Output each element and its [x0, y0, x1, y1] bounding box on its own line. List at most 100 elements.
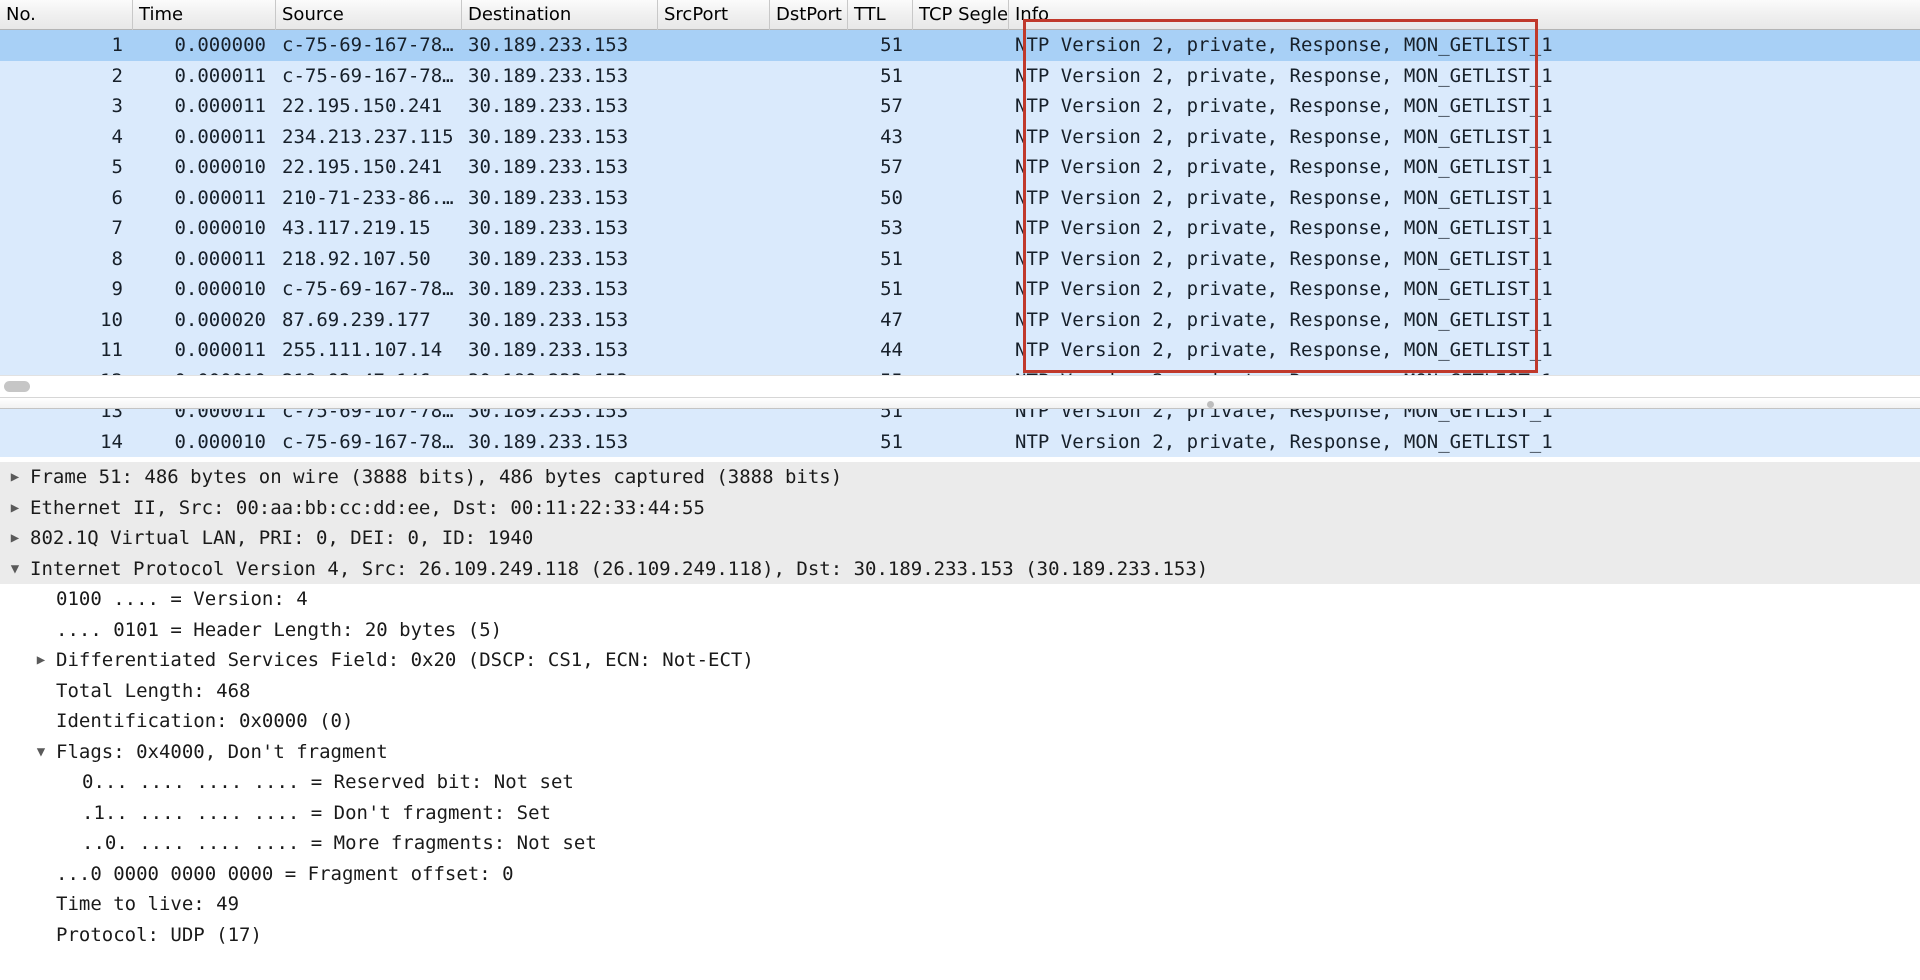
packet-row[interactable]: 60.000011210-71-233-86.…30.189.233.15350…	[0, 183, 1920, 214]
packet-cell-time: 0.000011	[133, 61, 276, 92]
packet-cell-time: 0.000011	[133, 91, 276, 122]
triangle-right-icon[interactable]: ▶	[26, 645, 56, 676]
detail-row-label: Protocol: UDP (17)	[56, 920, 262, 951]
column-header-srcport[interactable]: SrcPort	[658, 0, 770, 30]
detail-tree-row[interactable]: Identification: 0x0000 (0)	[0, 706, 1920, 737]
detail-tree-row[interactable]: 0100 .... = Version: 4	[0, 584, 1920, 615]
triangle-right-icon[interactable]: ▶	[0, 462, 30, 493]
triangle-down-icon[interactable]: ▼	[26, 737, 56, 768]
packet-cell-dstport	[770, 335, 848, 366]
packet-cell-dest: 30.189.233.153	[462, 213, 658, 244]
packet-cell-dstport	[770, 427, 848, 458]
packet-list-column-header[interactable]: No.TimeSourceDestinationSrcPortDstPortTT…	[0, 0, 1920, 30]
packet-cell-dstport	[770, 305, 848, 336]
column-header-time[interactable]: Time	[133, 0, 276, 30]
detail-tree-row[interactable]: ▶Frame 51: 486 bytes on wire (3888 bits)…	[0, 462, 1920, 493]
packet-cell-ttl: 51	[848, 427, 913, 458]
detail-tree-row[interactable]: ▶Ethernet II, Src: 00:aa:bb:cc:dd:ee, Ds…	[0, 493, 1920, 524]
packet-cell-seglen	[913, 61, 1009, 92]
packet-cell-srcport	[658, 213, 770, 244]
packet-cell-srcport	[658, 61, 770, 92]
packet-cell-dest: 30.189.233.153	[462, 91, 658, 122]
detail-row-label: Identification: 0x0000 (0)	[56, 706, 353, 737]
detail-row-label: 0... .... .... .... = Reserved bit: Not …	[82, 767, 574, 798]
packet-cell-dest: 30.189.233.153	[462, 427, 658, 458]
packet-cell-source: 255.111.107.14	[276, 335, 462, 366]
detail-row-label: Ethernet II, Src: 00:aa:bb:cc:dd:ee, Dst…	[30, 493, 705, 524]
packet-cell-time: 0.000011	[133, 244, 276, 275]
packet-cell-dest: 30.189.233.153	[462, 61, 658, 92]
packet-cell-seglen	[913, 183, 1009, 214]
detail-tree-row[interactable]: Protocol: UDP (17)	[0, 920, 1920, 951]
column-header-no[interactable]: No.	[0, 0, 133, 30]
packet-row[interactable]: 110.000011255.111.107.1430.189.233.15344…	[0, 335, 1920, 366]
packet-cell-dstport	[770, 122, 848, 153]
packet-row[interactable]: 40.000011234.213.237.11530.189.233.15343…	[0, 122, 1920, 153]
detail-row-label: ..0. .... .... .... = More fragments: No…	[82, 828, 597, 859]
column-header-seglen[interactable]: TCP Seglen	[913, 0, 1009, 30]
detail-tree-row[interactable]: ...0 0000 0000 0000 = Fragment offset: 0	[0, 859, 1920, 890]
detail-tree-row[interactable]: ▼Flags: 0x4000, Don't fragment	[0, 737, 1920, 768]
packet-cell-no: 4	[0, 122, 133, 153]
packet-cell-source: c-75-69-167-78…	[276, 30, 462, 61]
detail-tree-row[interactable]: .... 0101 = Header Length: 20 bytes (5)	[0, 615, 1920, 646]
column-header-source[interactable]: Source	[276, 0, 462, 30]
packet-cell-dstport	[770, 30, 848, 61]
triangle-right-icon[interactable]: ▶	[0, 493, 30, 524]
triangle-right-icon[interactable]: ▶	[0, 523, 30, 554]
packet-row[interactable]: 20.000011c-75-69-167-78…30.189.233.15351…	[0, 61, 1920, 92]
detail-tree-row[interactable]: .1.. .... .... .... = Don't fragment: Se…	[0, 798, 1920, 829]
packet-cell-dest: 30.189.233.153	[462, 152, 658, 183]
packet-cell-seglen	[913, 213, 1009, 244]
detail-row-label: Internet Protocol Version 4, Src: 26.109…	[30, 554, 1208, 585]
column-header-dest[interactable]: Destination	[462, 0, 658, 30]
packet-cell-seglen	[913, 152, 1009, 183]
packet-cell-srcport	[658, 183, 770, 214]
packet-row[interactable]: 10.000000c-75-69-167-78…30.189.233.15351…	[0, 30, 1920, 61]
packet-row[interactable]: 70.00001043.117.219.1530.189.233.15353NT…	[0, 213, 1920, 244]
detail-tree-row[interactable]: Total Length: 468	[0, 676, 1920, 707]
packet-row[interactable]: 100.00002087.69.239.17730.189.233.15347N…	[0, 305, 1920, 336]
packet-cell-source: c-75-69-167-78…	[276, 274, 462, 305]
packet-cell-srcport	[658, 335, 770, 366]
column-header-dstport[interactable]: DstPort	[770, 0, 848, 30]
packet-cell-no: 7	[0, 213, 133, 244]
detail-row-label: 0100 .... = Version: 4	[56, 584, 308, 615]
column-header-info[interactable]: Info	[1009, 0, 1920, 30]
packet-cell-dstport	[770, 183, 848, 214]
packet-cell-ttl: 43	[848, 122, 913, 153]
packet-cell-time: 0.000020	[133, 305, 276, 336]
scrollbar-thumb[interactable]	[4, 381, 30, 392]
packet-cell-info: NTP Version 2, private, Response, MON_GE…	[1009, 30, 1920, 61]
splitter-grip-icon[interactable]	[1207, 401, 1214, 408]
packet-list-horizontal-scrollbar[interactable]	[0, 375, 1920, 397]
packet-row[interactable]: 90.000010c-75-69-167-78…30.189.233.15351…	[0, 274, 1920, 305]
packet-row[interactable]: 30.00001122.195.150.24130.189.233.15357N…	[0, 91, 1920, 122]
packet-cell-no: 3	[0, 91, 133, 122]
packet-cell-dest: 30.189.233.153	[462, 122, 658, 153]
detail-tree-row[interactable]: ▶Differentiated Services Field: 0x20 (DS…	[0, 645, 1920, 676]
packet-cell-source: 43.117.219.15	[276, 213, 462, 244]
detail-tree-row[interactable]: ▶802.1Q Virtual LAN, PRI: 0, DEI: 0, ID:…	[0, 523, 1920, 554]
packet-cell-no: 11	[0, 335, 133, 366]
packet-cell-time: 0.000011	[133, 335, 276, 366]
packet-cell-info: NTP Version 2, private, Response, MON_GE…	[1009, 91, 1920, 122]
detail-tree-row[interactable]: ..0. .... .... .... = More fragments: No…	[0, 828, 1920, 859]
packet-cell-info: NTP Version 2, private, Response, MON_GE…	[1009, 335, 1920, 366]
pane-splitter[interactable]	[0, 397, 1920, 409]
packet-cell-ttl: 51	[848, 61, 913, 92]
triangle-down-icon[interactable]: ▼	[0, 554, 30, 585]
detail-tree-row[interactable]: 0... .... .... .... = Reserved bit: Not …	[0, 767, 1920, 798]
packet-cell-dest: 30.189.233.153	[462, 335, 658, 366]
packet-cell-no: 2	[0, 61, 133, 92]
detail-row-label: Total Length: 468	[56, 676, 250, 707]
packet-cell-info: NTP Version 2, private, Response, MON_GE…	[1009, 274, 1920, 305]
detail-tree-row[interactable]: ▼Internet Protocol Version 4, Src: 26.10…	[0, 554, 1920, 585]
detail-tree-row[interactable]: Time to live: 49	[0, 889, 1920, 920]
packet-row[interactable]: 140.000010c-75-69-167-78…30.189.233.1535…	[0, 427, 1920, 458]
packet-cell-seglen	[913, 427, 1009, 458]
packet-cell-seglen	[913, 91, 1009, 122]
packet-row[interactable]: 80.000011218.92.107.5030.189.233.15351NT…	[0, 244, 1920, 275]
packet-row[interactable]: 50.00001022.195.150.24130.189.233.15357N…	[0, 152, 1920, 183]
column-header-ttl[interactable]: TTL	[848, 0, 913, 30]
